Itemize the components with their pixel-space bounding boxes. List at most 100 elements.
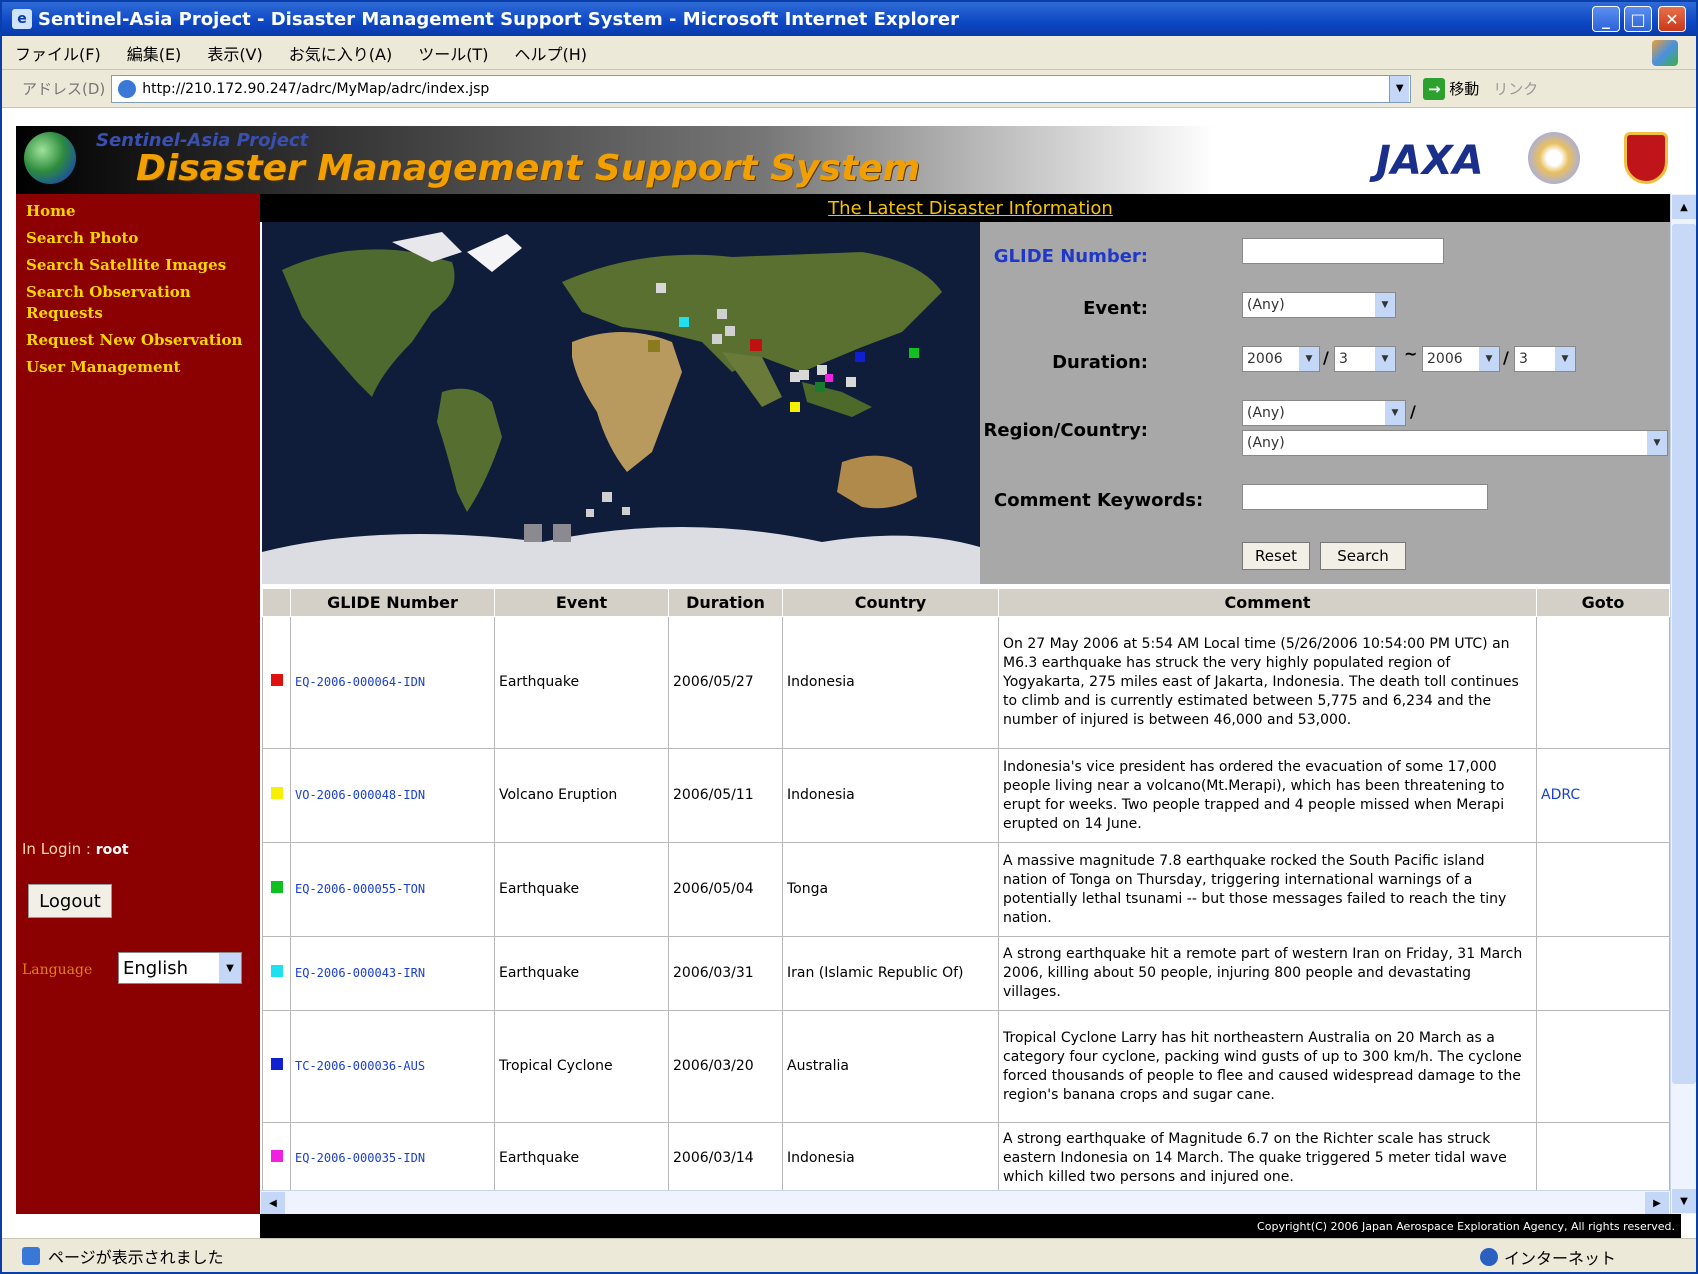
- country-cell: Indonesia: [782, 748, 999, 843]
- scroll-up-icon[interactable]: ▲: [1672, 195, 1696, 219]
- duration-label: Duration:: [1052, 352, 1148, 373]
- title-bar: e Sentinel-Asia Project - Disaster Manag…: [2, 2, 1696, 36]
- country-cell: Indonesia: [782, 616, 999, 749]
- green-marker-icon: [270, 881, 283, 893]
- nav-home[interactable]: Home: [16, 198, 260, 225]
- go-button[interactable]: → 移動: [1423, 77, 1479, 100]
- table-row: TC-2006-000036-AUS Tropical Cyclone 2006…: [262, 1010, 1670, 1123]
- duration-from-year-select[interactable]: 2006 ▼: [1242, 346, 1320, 372]
- table-row: EQ-2006-000035-IDN Earthquake 2006/03/14…: [262, 1122, 1670, 1195]
- glide-link[interactable]: TC-2006-000036-AUS: [290, 1010, 495, 1123]
- comment-keywords-input[interactable]: [1242, 484, 1488, 510]
- table-row: VO-2006-000048-IDN Volcano Eruption 2006…: [262, 748, 1670, 843]
- reset-button[interactable]: Reset: [1242, 542, 1310, 570]
- region-select[interactable]: (Any) ▼: [1242, 400, 1406, 426]
- jaxa-logo: JAXA: [1376, 138, 1484, 184]
- language-value: English: [123, 957, 188, 979]
- search-form: GLIDE Number: Event: (Any) ▼ Duration: 2…: [980, 222, 1670, 584]
- menu-tools[interactable]: ツール(T): [405, 41, 501, 65]
- goto-cell: [1536, 1122, 1670, 1195]
- comment-cell: Indonesia's vice president has ordered t…: [998, 748, 1537, 843]
- goto-cell: [1536, 842, 1670, 937]
- links-button[interactable]: リンク: [1493, 78, 1538, 99]
- glide-link[interactable]: EQ-2006-000043-IRN: [290, 936, 495, 1011]
- event-cell: Volcano Eruption: [494, 748, 669, 843]
- nav-request-new-observation[interactable]: Request New Observation: [16, 327, 260, 354]
- duration-slash: /: [1503, 348, 1509, 367]
- login-label: In Login :: [22, 840, 96, 858]
- glide-input[interactable]: [1242, 238, 1444, 264]
- country-value: (Any): [1247, 435, 1285, 451]
- maximize-button[interactable]: □: [1624, 6, 1652, 32]
- duration-from-month-select[interactable]: 3 ▼: [1334, 346, 1396, 372]
- glide-link[interactable]: EQ-2006-000035-IDN: [290, 1122, 495, 1195]
- vertical-scrollbar[interactable]: ▲ ▼: [1670, 194, 1696, 1214]
- page-content: Sentinel-Asia Project Disaster Managemen…: [2, 108, 1696, 1238]
- magenta-marker-icon: [270, 1150, 283, 1162]
- menu-view[interactable]: 表示(V): [194, 41, 275, 65]
- glide-link[interactable]: EQ-2006-000055-TON: [290, 842, 495, 937]
- duration-to-year-select[interactable]: 2006 ▼: [1422, 346, 1500, 372]
- goto-cell: [1536, 616, 1670, 749]
- country-cell: Tonga: [782, 842, 999, 937]
- page-icon: [118, 79, 137, 98]
- menu-file[interactable]: ファイル(F): [2, 41, 114, 65]
- scroll-down-icon[interactable]: ▼: [1672, 1189, 1696, 1213]
- duration-cell: 2006/03/14: [668, 1122, 783, 1195]
- scroll-left-icon[interactable]: ◀: [261, 1192, 285, 1214]
- menu-help[interactable]: ヘルプ(H): [501, 41, 600, 65]
- nav-search-satellite-images[interactable]: Search Satellite Images: [16, 252, 260, 279]
- chevron-down-icon: ▼: [1375, 347, 1395, 371]
- country-select[interactable]: (Any) ▼: [1242, 430, 1668, 456]
- horizontal-scrollbar[interactable]: ◀ ▶: [260, 1190, 1670, 1214]
- menu-favorites[interactable]: お気に入り(A): [276, 41, 405, 65]
- chevron-down-icon: ▼: [1479, 347, 1499, 371]
- language-select[interactable]: English ▼: [118, 952, 242, 984]
- event-label: Event:: [1083, 298, 1148, 319]
- address-field[interactable]: http://210.172.90.247/adrc/MyMap/adrc/in…: [111, 74, 1412, 103]
- event-cell: Earthquake: [494, 616, 669, 749]
- world-map[interactable]: [262, 222, 980, 584]
- duration-cell: 2006/05/27: [668, 616, 783, 749]
- close-button[interactable]: ✕: [1658, 6, 1686, 32]
- nav-user-management[interactable]: User Management: [16, 354, 260, 381]
- minimize-button[interactable]: _: [1592, 6, 1620, 32]
- event-header: Event: [494, 588, 669, 617]
- address-dropdown-icon[interactable]: ▼: [1389, 75, 1410, 102]
- table-row: EQ-2006-000043-IRN Earthquake 2006/03/31…: [262, 936, 1670, 1011]
- region-label: Region/Country:: [983, 420, 1149, 441]
- chevron-down-icon: ▼: [1555, 347, 1575, 371]
- marker-cell: [262, 1010, 291, 1123]
- nav-search-photo[interactable]: Search Photo: [16, 225, 260, 252]
- scroll-right-icon[interactable]: ▶: [1645, 1192, 1669, 1214]
- browser-window: e Sentinel-Asia Project - Disaster Manag…: [0, 0, 1698, 1274]
- country-header: Country: [782, 588, 999, 617]
- logout-button[interactable]: Logout: [28, 884, 112, 918]
- chevron-down-icon: ▼: [1385, 401, 1405, 425]
- event-cell: Earthquake: [494, 936, 669, 1011]
- glide-link[interactable]: EQ-2006-000064-IDN: [290, 616, 495, 749]
- site-title: Disaster Management Support System: [136, 148, 921, 189]
- glide-link[interactable]: VO-2006-000048-IDN: [290, 748, 495, 843]
- marker-cell: [262, 748, 291, 843]
- scrollbar-thumb[interactable]: [1672, 224, 1696, 1084]
- blue-marker-icon: [270, 1058, 283, 1070]
- latest-info-bar: The Latest Disaster Information: [260, 194, 1681, 222]
- comment-cell: A strong earthquake of Magnitude 6.7 on …: [998, 1122, 1537, 1195]
- menu-edit[interactable]: 編集(E): [114, 41, 195, 65]
- event-cell: Earthquake: [494, 842, 669, 937]
- search-button[interactable]: Search: [1320, 542, 1406, 570]
- duration-from-month-value: 3: [1339, 351, 1348, 367]
- latest-disaster-link[interactable]: The Latest Disaster Information: [828, 198, 1113, 219]
- login-user: root: [95, 842, 129, 858]
- cyan-marker-icon: [270, 965, 283, 977]
- goto-adrc-link[interactable]: ADRC: [1536, 748, 1670, 843]
- duration-cell: 2006/05/04: [668, 842, 783, 937]
- sidebar: Home Search Photo Search Satellite Image…: [16, 194, 260, 1214]
- event-select[interactable]: (Any) ▼: [1242, 292, 1396, 318]
- table-row: EQ-2006-000064-IDN Earthquake 2006/05/27…: [262, 616, 1670, 749]
- red-marker-icon: [270, 674, 283, 686]
- nav-search-observation-requests[interactable]: Search Observation Requests: [16, 279, 260, 327]
- status-text: ページが表示されました: [48, 1247, 224, 1267]
- duration-to-month-select[interactable]: 3 ▼: [1514, 346, 1576, 372]
